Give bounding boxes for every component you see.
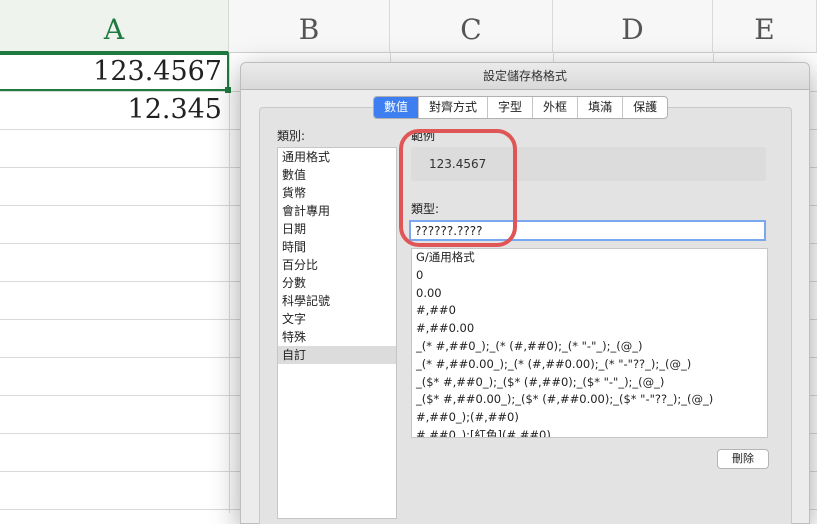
format-item[interactable]: _($* #,##0.00_);_($* (#,##0.00);_($* "-"… [412, 391, 767, 409]
column-divider [229, 53, 230, 513]
category-item-scientific[interactable]: 科學記號 [278, 292, 396, 310]
category-item-general[interactable]: 通用格式 [278, 148, 396, 166]
format-item[interactable]: #,##0_);(#,##0) [412, 409, 767, 427]
format-item[interactable]: 0 [412, 267, 767, 285]
cell-a2[interactable]: 12.345 [0, 94, 222, 125]
category-item-fraction[interactable]: 分數 [278, 274, 396, 292]
dialog-title: 設定儲存格格式 [241, 63, 809, 90]
category-label: 類別: [277, 129, 306, 143]
category-item-date[interactable]: 日期 [278, 220, 396, 238]
format-item[interactable]: 0.00 [412, 285, 767, 303]
annotation-highlight [399, 129, 517, 247]
format-item[interactable]: _(* #,##0.00_);_(* (#,##0.00);_(* "-"??_… [412, 356, 767, 374]
column-header-a[interactable]: A [0, 0, 229, 53]
category-item-text[interactable]: 文字 [278, 310, 396, 328]
format-item[interactable]: #,##0.00 [412, 320, 767, 338]
tab-number[interactable]: 數值 [374, 97, 420, 118]
tab-bar: 數值 對齊方式 字型 外框 填滿 保護 [373, 96, 669, 119]
tab-fill[interactable]: 填滿 [578, 97, 624, 118]
category-item-number[interactable]: 數值 [278, 166, 396, 184]
tab-alignment[interactable]: 對齊方式 [419, 97, 489, 118]
category-item-time[interactable]: 時間 [278, 238, 396, 256]
cell-selection-border [0, 53, 229, 91]
column-header-d[interactable]: D [553, 0, 713, 53]
format-item[interactable]: #,##0 [412, 302, 767, 320]
fill-handle[interactable] [225, 87, 231, 93]
category-item-percentage[interactable]: 百分比 [278, 256, 396, 274]
category-item-special[interactable]: 特殊 [278, 328, 396, 346]
tab-protection[interactable]: 保護 [623, 97, 667, 118]
tab-border[interactable]: 外框 [533, 97, 579, 118]
column-header-e[interactable]: E [713, 0, 817, 53]
category-item-custom[interactable]: 自訂 [278, 346, 396, 364]
column-header-b[interactable]: B [229, 0, 390, 53]
format-list[interactable]: G/通用格式 0 0.00 #,##0 #,##0.00 _(* #,##0_)… [411, 248, 768, 438]
tab-font[interactable]: 字型 [488, 97, 534, 118]
format-item[interactable]: G/通用格式 [412, 249, 767, 267]
format-item[interactable]: #,##0_);[紅色](#,##0) [412, 427, 767, 437]
column-header-c[interactable]: C [390, 0, 553, 53]
category-item-accounting[interactable]: 會計專用 [278, 202, 396, 220]
delete-button[interactable]: 刪除 [717, 449, 769, 469]
category-list[interactable]: 通用格式 數值 貨幣 會計專用 日期 時間 百分比 分數 科學記號 文字 特殊 … [277, 147, 397, 519]
format-cells-dialog: 設定儲存格格式 數值 對齊方式 字型 外框 填滿 保護 類別: 通用格式 數值 … [240, 62, 810, 524]
format-item[interactable]: _(* #,##0_);_(* (#,##0);_(* "-"_);_(@_) [412, 338, 767, 356]
format-item[interactable]: _($* #,##0_);_($* (#,##0);_($* "-"_);_(@… [412, 374, 767, 392]
category-item-currency[interactable]: 貨幣 [278, 184, 396, 202]
